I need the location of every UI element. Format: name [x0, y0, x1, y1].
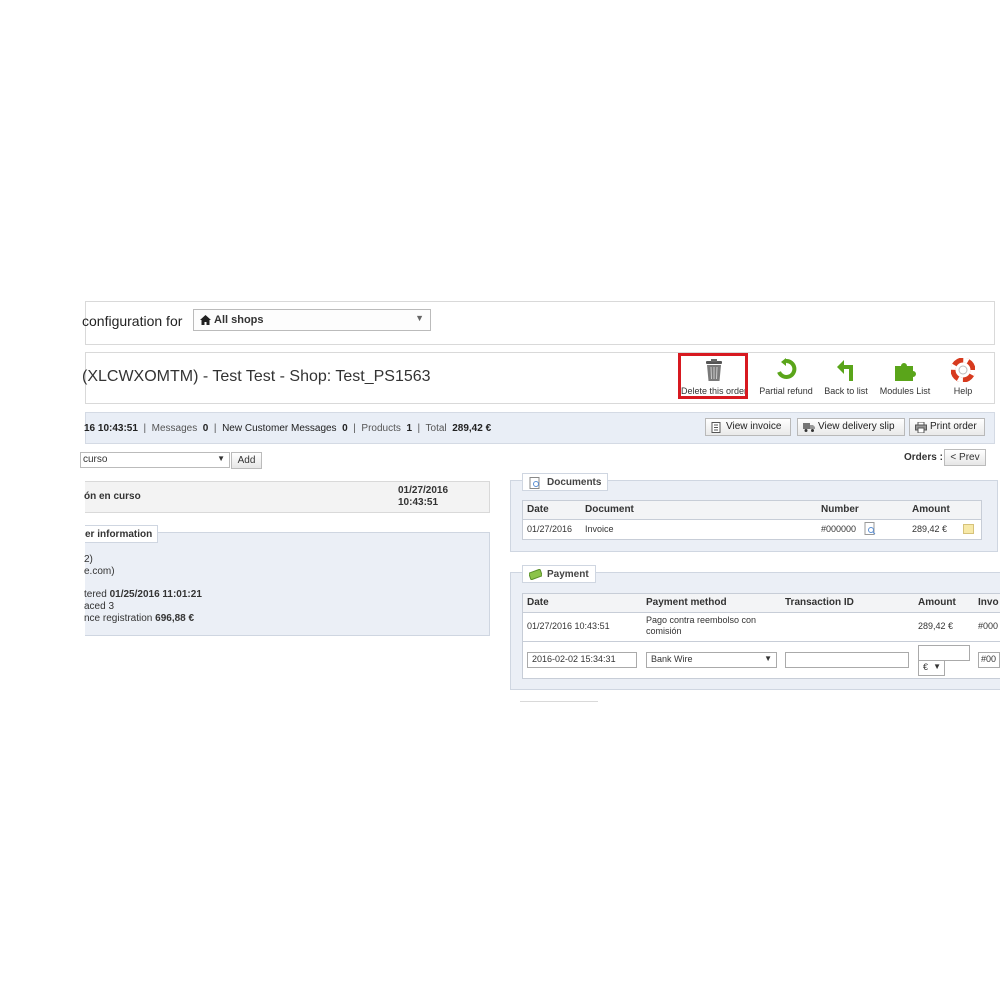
view-document-icon[interactable]: [864, 522, 876, 538]
prev-order-button[interactable]: < Prev: [944, 449, 986, 466]
documents-header-date: Date: [527, 504, 549, 515]
new-messages-label: New Customer Messages: [222, 423, 337, 434]
history-status: ón en curso: [84, 491, 141, 502]
document-type: Invoice: [585, 524, 614, 534]
money-icon: [529, 569, 542, 580]
payment-row-divider: [523, 641, 1000, 642]
payment-method-line1: Pago contra reembolso con: [646, 615, 757, 625]
back-to-list-button[interactable]: Back to list: [821, 356, 871, 398]
chevron-down-icon: ▼: [933, 662, 941, 671]
currency-select[interactable]: € ▼: [918, 660, 945, 676]
lifebuoy-icon: [951, 358, 975, 382]
customer-legend: er information: [85, 525, 158, 543]
new-messages-count: 0: [342, 423, 348, 434]
payment-header-method: Payment method: [646, 597, 727, 608]
messages-count: 0: [202, 423, 209, 434]
document-date: 01/27/2016: [527, 524, 573, 534]
payment-date: 01/27/2016 10:43:51: [527, 621, 610, 631]
payment-method-select[interactable]: Bank Wire ▼: [646, 652, 777, 668]
chevron-down-icon: ▼: [764, 654, 772, 663]
placed-value: 3: [108, 601, 115, 612]
view-delivery-slip-label: View delivery slip: [818, 421, 895, 432]
partial-refund-button[interactable]: Partial refund: [757, 356, 815, 398]
partial-refund-label: Partial refund: [759, 386, 813, 396]
since-value: 696,88 €: [155, 613, 195, 624]
registered-label: tered: [84, 589, 107, 600]
add-status-button[interactable]: Add: [231, 452, 262, 469]
payment-header-transaction: Transaction ID: [785, 597, 854, 608]
documents-header-amount: Amount: [912, 504, 950, 515]
document-amount: 289,42 €: [912, 524, 948, 534]
print-order-button[interactable]: Print order: [909, 418, 985, 436]
orders-nav-label: Orders :: [904, 452, 943, 463]
customer-registered: tered 01/25/2016 11:01:21: [84, 589, 202, 600]
documents-legend-label: Documents: [547, 477, 602, 488]
modules-list-label: Modules List: [879, 386, 931, 396]
modules-list-button[interactable]: Modules List: [876, 356, 934, 398]
history-datetime: 01/27/2016 10:43:51: [398, 485, 448, 509]
order-status-value: curso: [83, 454, 108, 465]
refund-arrow-icon: [777, 358, 797, 379]
document-icon: [711, 422, 721, 433]
payment-method-line2: comisión: [646, 626, 682, 636]
documents-header-document: Document: [585, 504, 634, 515]
home-icon: [200, 315, 211, 328]
payment-header-date: Date: [527, 597, 549, 608]
placed-label: aced: [84, 601, 106, 612]
view-invoice-button[interactable]: View invoice: [705, 418, 791, 436]
customer-orders-placed: aced 3: [84, 601, 114, 612]
documents-header-number: Number: [821, 504, 859, 515]
products-label: Products: [361, 423, 401, 434]
payment-header-invoice: Invo: [978, 597, 999, 608]
back-arrow-icon: [837, 360, 853, 381]
products-count: 1: [406, 423, 412, 434]
shop-context-label: configuration for: [82, 313, 183, 329]
history-time: 10:43:51: [398, 497, 439, 508]
back-to-list-label: Back to list: [824, 386, 868, 396]
truck-icon: [803, 423, 815, 432]
printer-icon: [915, 422, 927, 433]
messages-label: Messages: [151, 423, 198, 434]
highlight-box: [678, 353, 748, 399]
invoice-select[interactable]: #00: [978, 652, 1000, 668]
shop-select[interactable]: All shops ▼: [193, 309, 431, 331]
payment-date-input[interactable]: 2016-02-02 15:34:31: [527, 652, 637, 668]
help-label: Help: [953, 386, 973, 396]
puzzle-icon: [895, 363, 916, 381]
total-label: Total: [425, 423, 447, 434]
divider: [520, 701, 598, 702]
customer-since-registration: nce registration 696,88 €: [84, 613, 194, 624]
payment-header-amount: Amount: [918, 597, 956, 608]
total-value: 289,42 €: [452, 423, 492, 434]
transaction-id-input[interactable]: [785, 652, 909, 668]
view-invoice-label: View invoice: [726, 421, 782, 432]
payment-amount-input[interactable]: [918, 645, 970, 661]
payment-method: Pago contra reembolso con comisión: [646, 615, 756, 637]
payment-legend: Payment: [522, 565, 596, 583]
order-date: 16 10:43:51: [84, 423, 138, 434]
help-button[interactable]: Help: [945, 356, 981, 398]
view-delivery-slip-button[interactable]: View delivery slip: [797, 418, 905, 436]
documents-legend: Documents: [522, 473, 608, 491]
since-label: nce registration: [84, 613, 153, 624]
registered-value: 01/25/2016 11:01:21: [109, 589, 202, 600]
history-date: 01/27/2016: [398, 485, 449, 496]
payment-method-select-value: Bank Wire: [651, 654, 693, 664]
order-status-select[interactable]: curso ▼: [80, 452, 230, 468]
customer-id: 2): [84, 554, 93, 565]
shop-select-value: All shops: [214, 314, 264, 326]
print-order-label: Print order: [930, 421, 977, 432]
page-title: (XLCWXOMTM) - Test Test - Shop: Test_PS1…: [82, 368, 431, 385]
order-summary-text: 16 10:43:51 | Messages 0 | New Customer …: [84, 423, 492, 434]
document-icon: [529, 477, 540, 489]
payment-invoice: #000: [978, 621, 999, 631]
document-number[interactable]: #000000: [821, 524, 856, 534]
currency-value: €: [923, 662, 929, 672]
customer-email: e.com): [84, 566, 115, 577]
payment-amount: 289,42 €: [918, 621, 954, 631]
note-icon[interactable]: [963, 524, 974, 537]
chevron-down-icon: ▼: [217, 454, 225, 463]
chevron-down-icon: ▼: [415, 313, 424, 323]
payment-legend-label: Payment: [547, 569, 589, 580]
